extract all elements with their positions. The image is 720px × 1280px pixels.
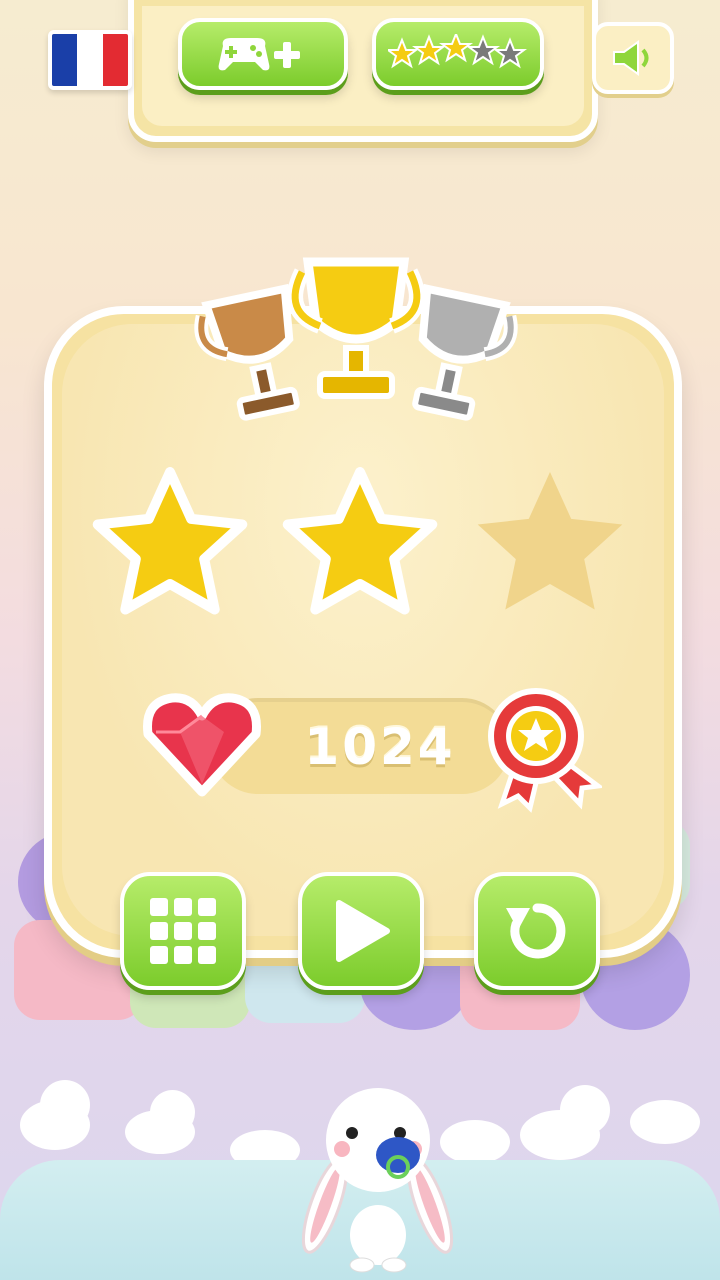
score-value: 1024 [304, 718, 456, 776]
gold-trophy [287, 257, 425, 399]
bunny-mascot [290, 1085, 460, 1275]
level-select-button[interactable] [120, 872, 246, 990]
restart-icon [506, 903, 566, 959]
language-flag-button[interactable] [48, 30, 132, 90]
star-filled [92, 467, 248, 615]
star-empty [477, 472, 623, 610]
ruby-heart-icon [140, 688, 264, 800]
play-button[interactable] [298, 872, 424, 990]
trophies [186, 246, 526, 436]
restart-button[interactable] [474, 872, 600, 990]
earned-stars [90, 466, 630, 626]
add-game-button[interactable] [178, 18, 348, 90]
rate-game-button[interactable] [372, 18, 544, 90]
gamepad-plus-icon [218, 38, 300, 71]
grid-icon [150, 898, 216, 964]
speaker-icon [613, 40, 649, 76]
sound-toggle-button[interactable] [592, 22, 674, 94]
play-icon [336, 900, 390, 962]
award-ribbon-icon [478, 682, 605, 814]
star-filled [282, 467, 438, 615]
stars-rating-icon [388, 34, 528, 74]
